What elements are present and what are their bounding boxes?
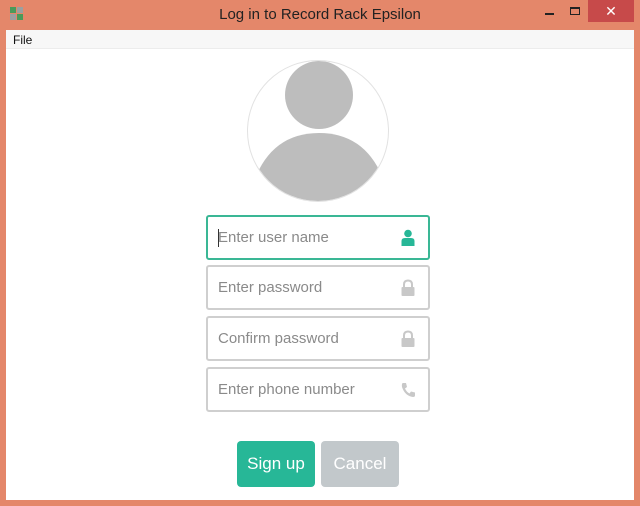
- maximize-button[interactable]: [562, 0, 588, 22]
- signup-panel: Sign up Cancel: [6, 49, 634, 500]
- user-icon: [401, 229, 415, 246]
- username-field[interactable]: [206, 215, 430, 260]
- password-input[interactable]: [208, 267, 388, 308]
- lock-icon: [401, 330, 415, 347]
- close-button[interactable]: ✕: [588, 0, 634, 22]
- menu-bar: File: [6, 30, 634, 49]
- phone-icon: [401, 383, 415, 397]
- close-icon: ✕: [605, 3, 617, 19]
- title-bar[interactable]: Log in to Record Rack Epsilon ✕: [0, 0, 640, 30]
- avatar: [247, 60, 389, 202]
- signup-button[interactable]: Sign up: [237, 441, 315, 487]
- minimize-icon: [544, 13, 554, 15]
- menu-file[interactable]: File: [13, 33, 32, 47]
- username-input[interactable]: [208, 217, 388, 258]
- phone-field[interactable]: [206, 367, 430, 412]
- app-window: Log in to Record Rack Epsilon ✕ File Ent…: [0, 0, 640, 506]
- phone-input[interactable]: [208, 369, 388, 410]
- password-field[interactable]: [206, 265, 430, 310]
- maximize-icon: [570, 7, 580, 15]
- avatar-user-icon: [254, 61, 384, 201]
- confirm-password-input[interactable]: [208, 318, 388, 359]
- cancel-button[interactable]: Cancel: [321, 441, 399, 487]
- text-caret: [218, 229, 219, 247]
- confirm-password-field[interactable]: [206, 316, 430, 361]
- minimize-button[interactable]: [536, 0, 562, 22]
- lock-icon: [401, 279, 415, 296]
